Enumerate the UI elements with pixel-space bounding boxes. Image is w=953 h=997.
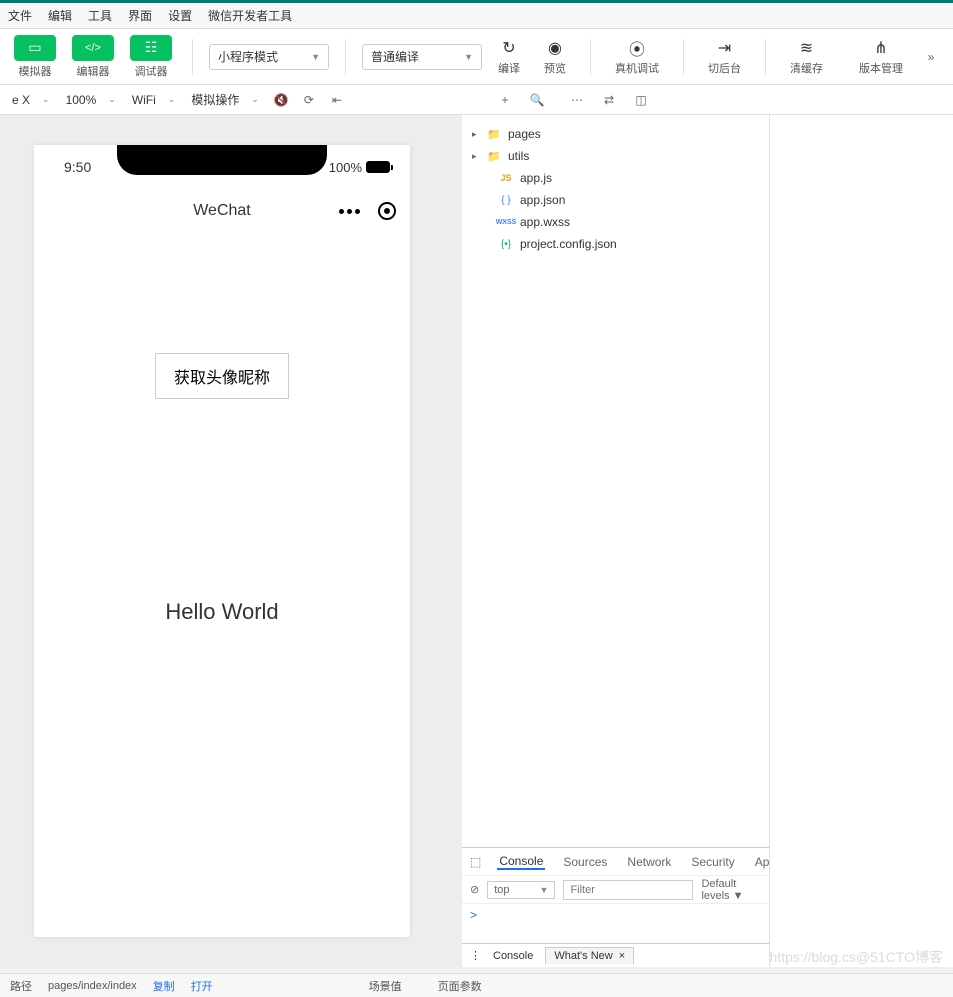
menu-wxdevtools[interactable]: 微信开发者工具 (208, 7, 292, 24)
devtools-tab-console[interactable]: Console (497, 854, 545, 870)
clear-console-icon[interactable]: ⊘ (470, 883, 479, 896)
mock-select[interactable]: 模拟操作⌄ (185, 89, 265, 111)
version-control-button[interactable]: ⋔ 版本管理 (851, 38, 911, 76)
status-time: 9:50 (64, 159, 91, 175)
drawer-tab-whatsnew[interactable]: What's New× (545, 947, 634, 964)
chevron-down-icon: ▼ (464, 52, 473, 62)
mute-icon[interactable]: 🔇 (269, 88, 293, 112)
hello-text: Hello World (165, 599, 278, 625)
close-icon[interactable]: × (619, 950, 625, 962)
clear-cache-button[interactable]: ≋ 清缓存 (782, 38, 831, 76)
menu-interface[interactable]: 界面 (128, 7, 152, 24)
path-label: 路径 (10, 978, 32, 994)
menu-settings[interactable]: 设置 (168, 7, 192, 24)
editor-tab[interactable]: </> 编辑器 (68, 35, 118, 79)
search-icon[interactable]: 🔍 (525, 88, 549, 112)
path-value: pages/index/index (48, 980, 137, 992)
compile-button[interactable]: ↻ 编译 (490, 38, 528, 76)
rotate-icon[interactable]: ⟳ (297, 88, 321, 112)
battery-indicator: 100% (329, 160, 390, 175)
mode-dropdown[interactable]: 小程序模式 ▼ (209, 44, 329, 70)
devtools-tab-network[interactable]: Network (625, 855, 673, 869)
chevron-down-icon: ▼ (311, 52, 320, 62)
devtools-tab-security[interactable]: Security (689, 855, 736, 869)
scene-label[interactable]: 场景值 (369, 978, 402, 994)
tree-item-project-config-json[interactable]: {•}project.config.json (462, 233, 769, 255)
eye-icon: ◉ (548, 38, 562, 58)
split-icon[interactable]: ◫ (629, 88, 653, 112)
console-prompt[interactable]: > (462, 904, 769, 943)
code-icon: </> (72, 35, 114, 61)
menubar: 文件 编辑 工具 界面 设置 微信开发者工具 (0, 3, 953, 29)
switch-icon: ⇥ (718, 38, 731, 58)
params-label[interactable]: 页面参数 (438, 978, 482, 994)
zoom-select[interactable]: 100%⌄ (60, 89, 122, 111)
simulator-panel: 9:50 100% WeChat 获取头像昵称 Hello World (0, 115, 462, 967)
network-select[interactable]: WiFi⌄ (126, 89, 182, 111)
preview-button[interactable]: ◉ 预览 (536, 38, 574, 76)
nav-title: WeChat (193, 202, 251, 220)
menu-file[interactable]: 文件 (8, 7, 32, 24)
tree-item-app-json[interactable]: { }app.json (462, 189, 769, 211)
device-select[interactable]: e X⌄ (6, 89, 56, 111)
capsule-menu-icon[interactable] (339, 209, 360, 214)
branch-icon: ⋔ (874, 38, 887, 58)
drawer-tab-console[interactable]: Console (493, 950, 533, 962)
simulator-tab[interactable]: ▭ 模拟器 (10, 35, 60, 79)
notch (117, 145, 327, 175)
collapse-icon[interactable]: ⇄ (597, 88, 621, 112)
menu-tool[interactable]: 工具 (88, 7, 112, 24)
open-link[interactable]: 打开 (191, 978, 213, 994)
devtools-panel: ⬚ Console Sources Network Security AppDa… (462, 847, 769, 967)
add-file-icon[interactable]: + (493, 88, 517, 112)
watermark: https://blog.cs@51CTO博客 (770, 947, 943, 967)
debugger-tab[interactable]: ☷ 调试器 (126, 35, 176, 79)
debug-icon: ☷ (130, 35, 172, 61)
file-explorer: ▸📁pages▸📁utilsJSapp.js{ }app.jsonWXSSapp… (462, 115, 770, 967)
tree-item-app-wxss[interactable]: WXSSapp.wxss (462, 211, 769, 233)
devtools-tab-sources[interactable]: Sources (561, 855, 609, 869)
remote-debug-button[interactable]: ⦿ 真机调试 (607, 38, 667, 76)
stack-icon: ≋ (800, 38, 813, 58)
editor-panel (770, 115, 953, 967)
phone-frame: 9:50 100% WeChat 获取头像昵称 Hello World (34, 145, 410, 937)
exit-icon[interactable]: ⇤ (325, 88, 349, 112)
tree-item-app-js[interactable]: JSapp.js (462, 167, 769, 189)
compile-dropdown[interactable]: 普通编译 ▼ (362, 44, 482, 70)
more-icon[interactable]: » (919, 45, 943, 69)
copy-link[interactable]: 复制 (153, 978, 175, 994)
tree-item-utils[interactable]: ▸📁utils (462, 145, 769, 167)
tree-item-pages[interactable]: ▸📁pages (462, 123, 769, 145)
inspect-icon[interactable]: ⬚ (470, 855, 481, 869)
context-select[interactable]: top▼ (487, 881, 555, 899)
bug-icon: ⦿ (629, 38, 645, 58)
background-button[interactable]: ⇥ 切后台 (700, 38, 749, 76)
get-avatar-button[interactable]: 获取头像昵称 (155, 353, 289, 399)
more-icon[interactable]: ⋯ (565, 88, 589, 112)
nav-header: WeChat (34, 189, 410, 233)
menu-edit[interactable]: 编辑 (48, 7, 72, 24)
capsule-close-icon[interactable] (378, 202, 396, 220)
sub-toolbar: e X⌄ 100%⌄ WiFi⌄ 模拟操作⌄ 🔇 ⟳ ⇤ + 🔍 ⋯ ⇄ ◫ (0, 85, 953, 115)
levels-select[interactable]: Default levels ▼ (701, 878, 761, 902)
filter-input[interactable] (563, 880, 693, 900)
refresh-icon: ↻ (502, 38, 515, 58)
drawer-menu-icon[interactable]: ⋮ (470, 949, 481, 962)
phone-icon: ▭ (14, 35, 56, 61)
statusbar: 路径 pages/index/index 复制 打开 场景值 页面参数 (0, 973, 953, 997)
toolbar: ▭ 模拟器 </> 编辑器 ☷ 调试器 小程序模式 ▼ 普通编译 ▼ ↻ 编译 … (0, 29, 953, 85)
